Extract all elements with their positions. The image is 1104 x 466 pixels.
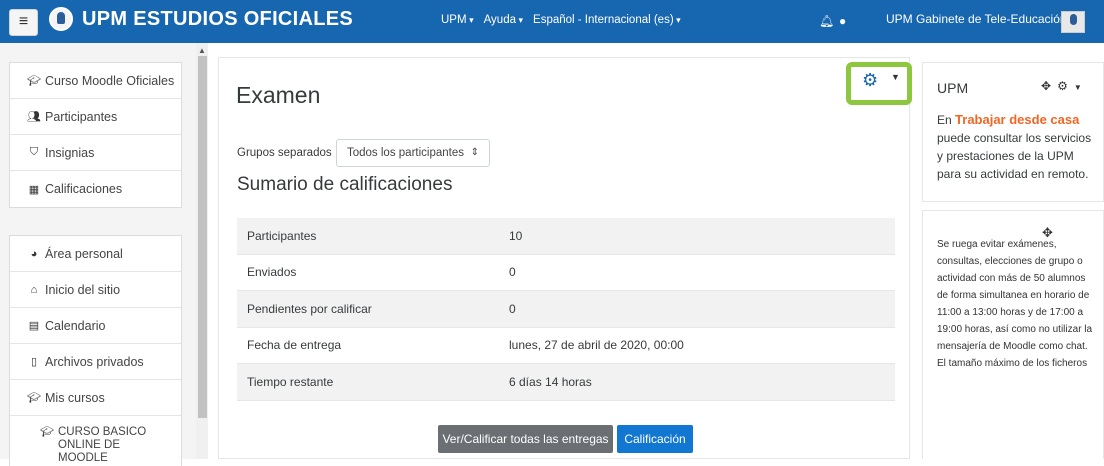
site-brand[interactable]: UPM ESTUDIOS OFICIALES xyxy=(82,8,353,31)
nav-label: Área personal xyxy=(45,246,123,261)
row-value: 0 xyxy=(509,265,516,280)
menu-upm[interactable]: UPM xyxy=(441,14,474,26)
top-menu: UPM Ayuda Español - Internacional (es) xyxy=(441,14,681,26)
notice-text: Se ruega evitar exámenes, consultas, ele… xyxy=(937,239,1093,369)
menu-language[interactable]: Español - Internacional (es) xyxy=(533,14,681,26)
nav-label: Calificaciones xyxy=(45,182,123,196)
table-row: Tiempo restante 6 días 14 horas xyxy=(237,364,895,401)
nav-item-badges[interactable]: ⛉ Insignias xyxy=(10,135,181,171)
nav-item-grades[interactable]: ▦ Calificaciones xyxy=(10,171,181,207)
graduation-cap-icon: 🎓︎ xyxy=(27,75,41,87)
view-all-submissions-button[interactable]: Ver/Calificar todas las entregas xyxy=(438,425,613,453)
row-value: 6 días 14 horas xyxy=(509,374,592,389)
group-label: Grupos separados xyxy=(237,147,332,159)
chevron-down-icon[interactable]: ▼ xyxy=(1074,83,1088,92)
file-icon: ▯ xyxy=(30,356,38,368)
home-icon: ⌂ xyxy=(30,283,38,296)
nav-label: Curso Moodle Oficiales xyxy=(45,73,175,88)
nav-item-participants[interactable]: 👥︎ Participantes xyxy=(10,99,181,135)
work-from-home-link[interactable]: Trabajar desde casa xyxy=(955,112,1079,127)
intro-suffix: puede consultar los servicios y prestaci… xyxy=(937,131,1092,181)
nav-item-course[interactable]: 🎓︎ Curso Moodle Oficiales xyxy=(10,63,181,99)
user-name[interactable]: UPM Gabinete de Tele-Educación xyxy=(886,12,1067,26)
nav-item-dashboard[interactable]: ◕ Área personal xyxy=(10,236,181,272)
nav-label: CURSO BASICO ONLINE DE MOODLE xyxy=(58,426,147,464)
page-title: Examen xyxy=(236,82,321,108)
summary-heading: Sumario de calificaciones xyxy=(237,174,453,195)
upm-block-text: En Trabajar desde casa puede consultar l… xyxy=(937,111,1097,183)
table-icon: ▦ xyxy=(28,183,40,196)
chevron-down-icon[interactable]: ▼ xyxy=(891,72,900,82)
avatar[interactable] xyxy=(1061,11,1085,33)
row-label: Participantes xyxy=(247,228,317,243)
nav-label: Calendario xyxy=(45,318,106,333)
table-row: Enviados 0 xyxy=(237,255,895,291)
dashboard-icon: ◕ xyxy=(30,247,38,260)
nav-label: Archivos privados xyxy=(45,354,144,369)
row-value: 0 xyxy=(509,301,516,316)
row-label: Pendientes por calificar xyxy=(247,301,372,316)
table-row: Participantes 10 xyxy=(237,218,895,255)
course-nav-block: 🎓︎ Curso Moodle Oficiales 👥︎ Participantes… xyxy=(9,62,182,208)
gear-icon[interactable]: ⚙ xyxy=(1057,79,1074,93)
nav-item-home[interactable]: ⌂ Inicio del sitio xyxy=(10,272,181,308)
table-row: Pendientes por calificar 0 xyxy=(237,291,895,328)
nav-item-private-files[interactable]: ▯ Archivos privados xyxy=(10,344,181,380)
row-value: lunes, 27 de abril de 2020, 00:00 xyxy=(509,338,684,353)
shield-icon: ⛉ xyxy=(29,146,39,158)
users-icon: 👥︎ xyxy=(27,111,41,123)
menu-ayuda[interactable]: Ayuda xyxy=(484,14,523,26)
select-arrows-icon: ⇕ xyxy=(470,147,479,158)
scroll-up-arrow[interactable]: ▲ xyxy=(198,46,206,55)
move-icon[interactable]: ✥ xyxy=(1041,79,1057,93)
nav-label: Mis cursos xyxy=(45,390,105,405)
nav-item-my-courses[interactable]: 🎓︎ Mis cursos xyxy=(10,380,181,416)
gear-icon[interactable]: ⚙ xyxy=(862,70,878,91)
nav-label: Participantes xyxy=(45,109,118,124)
table-row: Fecha de entrega lunes, 27 de abril de 20… xyxy=(237,328,895,364)
bell-icon[interactable]: 🔔︎ xyxy=(819,14,834,28)
nav-label: Insignias xyxy=(45,145,95,160)
row-value: 10 xyxy=(509,228,523,243)
row-label: Fecha de entrega xyxy=(247,338,342,353)
block-controls: ✥⚙▼ xyxy=(1041,79,1088,93)
site-nav-block: ◕ Área personal ⌂ Inicio del sitio ▤ Calend… xyxy=(9,235,182,466)
menu-toggle-button[interactable]: ≡ xyxy=(9,9,38,36)
upm-logo[interactable] xyxy=(49,7,73,31)
nav-label: Inicio del sitio xyxy=(45,282,121,297)
row-label: Enviados xyxy=(247,265,297,280)
group-select[interactable]: Todos los participantes ⇕ xyxy=(336,139,490,167)
grading-summary-table: Participantes 10 Enviados 0 Pendientes por… xyxy=(237,218,895,401)
row-label: Tiempo restante xyxy=(247,374,334,389)
calendar-icon: ▤ xyxy=(28,320,40,332)
group-select-value: Todos los participantes xyxy=(347,147,464,159)
block-title: UPM xyxy=(937,80,969,96)
graduation-cap-icon: 🎓︎ xyxy=(40,426,54,438)
chat-icon[interactable]: ● xyxy=(839,14,846,28)
graduation-cap-icon: 🎓︎ xyxy=(27,392,41,404)
drawer-scroll-thumb[interactable] xyxy=(198,56,207,418)
grade-button[interactable]: Calificación xyxy=(617,425,693,453)
intro-prefix: En xyxy=(937,113,952,127)
nav-item-calendar[interactable]: ▤ Calendario xyxy=(10,308,181,344)
settings-highlight xyxy=(846,62,912,105)
